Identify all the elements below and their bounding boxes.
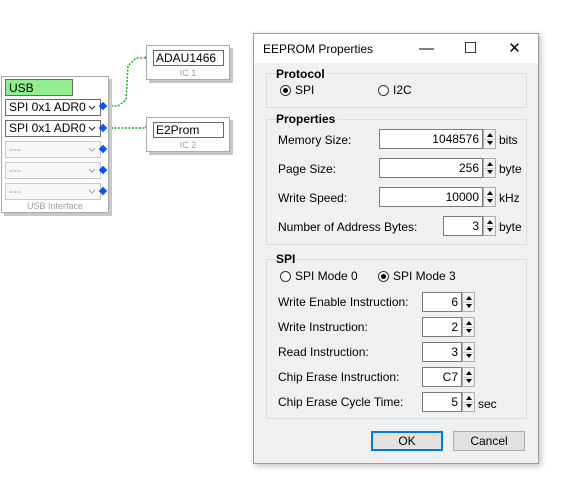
protocol-i2c-radio[interactable]: I2C	[378, 83, 412, 97]
spin-up-icon	[466, 321, 472, 325]
spi-mode-3-radio[interactable]: SPI Mode 3	[378, 269, 456, 283]
memory-size-input[interactable]: 1048576	[379, 129, 483, 149]
spin-down-icon	[487, 170, 493, 174]
chip-erase-label: Chip Erase Instruction:	[278, 370, 400, 384]
radio-selected-icon	[378, 270, 389, 282]
address-bytes-unit: byte	[499, 220, 522, 234]
ic2-block[interactable]: E2Prom IC 2	[146, 117, 230, 152]
spin-down-icon	[466, 304, 472, 308]
properties-group-label: Properties	[276, 112, 338, 126]
spi-mode-0-radio[interactable]: SPI Mode 0	[280, 269, 358, 283]
memory-size-spinner[interactable]	[483, 129, 496, 149]
spin-down-icon	[466, 354, 472, 358]
protocol-spi-radio[interactable]: SPI	[280, 83, 314, 97]
ok-button[interactable]: OK	[371, 431, 443, 451]
radio-selected-icon	[280, 84, 291, 96]
spin-down-icon	[487, 141, 493, 145]
radio-unselected-icon	[280, 270, 291, 282]
write-speed-input[interactable]: 10000	[379, 187, 483, 207]
ic2-name: E2Prom	[153, 122, 224, 138]
address-bytes-label: Number of Address Bytes:	[278, 220, 418, 234]
write-speed-spinner[interactable]	[483, 187, 496, 207]
page-size-spinner[interactable]	[483, 158, 496, 178]
ic1-name: ADAU1466	[153, 50, 224, 66]
page-size-input[interactable]: 256	[379, 158, 483, 178]
protocol-i2c-label: I2C	[393, 83, 412, 97]
spin-down-icon	[487, 228, 493, 232]
chip-erase-input[interactable]: C7	[422, 367, 462, 387]
write-enable-label: Write Enable Instruction:	[278, 295, 409, 309]
page-size-label: Page Size:	[278, 162, 337, 176]
radio-unselected-icon	[378, 84, 389, 96]
cancel-button[interactable]: Cancel	[453, 431, 525, 451]
write-instruction-input[interactable]: 2	[422, 317, 462, 337]
address-bytes-input[interactable]: 3	[443, 216, 483, 236]
spin-up-icon	[487, 220, 493, 224]
protocol-spi-label: SPI	[295, 83, 315, 97]
protocol-group-label: Protocol	[276, 67, 327, 81]
close-button[interactable]: ✕	[492, 34, 537, 63]
spin-up-icon	[466, 296, 472, 300]
chip-erase-time-unit: sec	[478, 397, 497, 411]
spin-down-icon	[466, 404, 472, 408]
read-instruction-spinner[interactable]	[462, 342, 475, 362]
spi-mode-3-label: SPI Mode 3	[393, 269, 456, 283]
write-enable-input[interactable]: 6	[422, 292, 462, 312]
ic1-block[interactable]: ADAU1466 IC 1	[146, 45, 230, 80]
spin-down-icon	[466, 329, 472, 333]
dialog-title: EEPROM Properties	[263, 42, 374, 56]
maximize-button[interactable]: ☐	[448, 34, 493, 63]
chip-erase-time-label: Chip Erase Cycle Time:	[278, 395, 404, 409]
ic1-caption: IC 1	[179, 68, 197, 78]
spin-down-icon	[466, 379, 472, 383]
write-speed-unit: kHz	[499, 191, 520, 205]
chip-erase-time-input[interactable]: 5	[422, 392, 462, 412]
minimize-icon: —	[419, 40, 434, 57]
ic2-caption: IC 2	[179, 140, 197, 150]
maximize-icon: ☐	[463, 40, 478, 57]
dialog-titlebar[interactable]: EEPROM Properties — ☐ ✕	[254, 34, 538, 63]
write-speed-label: Write Speed:	[278, 191, 348, 205]
read-instruction-label: Read Instruction:	[278, 345, 369, 359]
write-enable-spinner[interactable]	[462, 292, 475, 312]
spin-down-icon	[487, 199, 493, 203]
write-instruction-spinner[interactable]	[462, 317, 475, 337]
spin-up-icon	[466, 346, 472, 350]
spin-up-icon	[466, 371, 472, 375]
spin-up-icon	[466, 396, 472, 400]
write-instruction-label: Write Instruction:	[278, 320, 368, 334]
spin-up-icon	[487, 133, 493, 137]
page-size-unit: byte	[499, 162, 522, 176]
minimize-button[interactable]: —	[404, 34, 449, 63]
spi-group-label: SPI	[276, 252, 298, 266]
spin-up-icon	[487, 191, 493, 195]
eeprom-properties-dialog: EEPROM Properties — ☐ ✕ Protocol SPI I2C…	[253, 33, 539, 464]
read-instruction-input[interactable]: 3	[422, 342, 462, 362]
chip-erase-spinner[interactable]	[462, 367, 475, 387]
chip-erase-time-spinner[interactable]	[462, 392, 475, 412]
close-icon: ✕	[508, 40, 521, 57]
address-bytes-spinner[interactable]	[483, 216, 496, 236]
spi-mode-0-label: SPI Mode 0	[295, 269, 358, 283]
memory-size-label: Memory Size:	[278, 133, 352, 147]
spin-up-icon	[487, 162, 493, 166]
memory-size-unit: bits	[499, 133, 518, 147]
